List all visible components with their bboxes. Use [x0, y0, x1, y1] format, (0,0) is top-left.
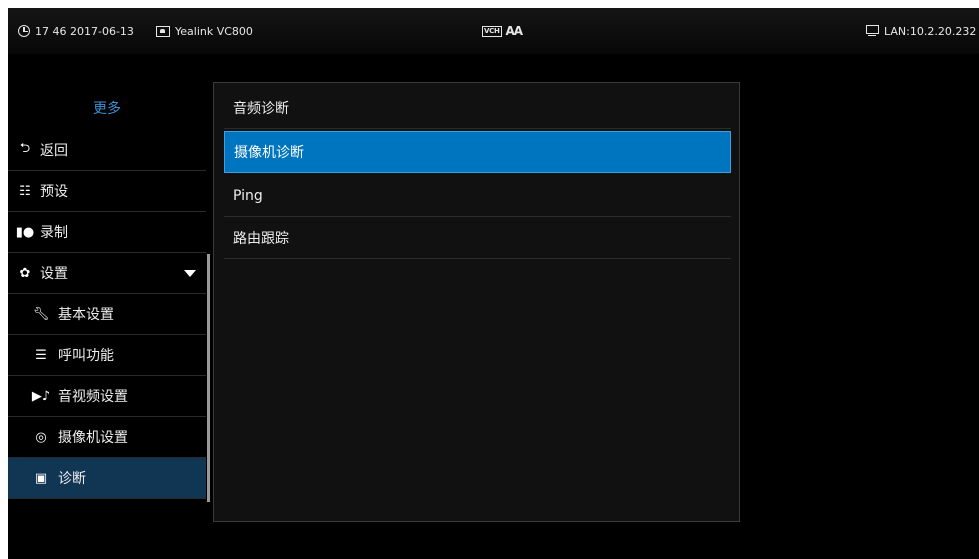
contact-icon	[156, 25, 170, 37]
datetime-text: 17 46 2017-06-13	[35, 24, 134, 38]
record-icon: ▮●	[15, 224, 35, 240]
device-name-text: Yealink VC800	[175, 24, 253, 38]
sidebar-item-settings[interactable]: ✿ 设置	[8, 253, 206, 294]
sidebar-item-basic-settings[interactable]: 🔧︎ 基本设置	[8, 294, 206, 335]
sidebar-item-label: 诊断	[58, 471, 86, 487]
gear-icon: ✿	[19, 265, 31, 281]
sidebar-title: 更多	[93, 101, 121, 117]
device-name-display: Yealink VC800	[156, 22, 253, 40]
sidebar-item-call-features[interactable]: ☰ 呼叫功能	[8, 335, 206, 376]
sidebar-item-record[interactable]: ▮● 录制	[8, 212, 206, 253]
sidebar-item-diagnostics[interactable]: ▣ 诊断	[8, 458, 206, 499]
sidebar-item-label: 基本设置	[58, 307, 114, 323]
diagnostics-panel: 音频诊断 摄像机诊断 Ping 路由跟踪	[213, 82, 740, 522]
option-label: Ping	[233, 187, 263, 204]
option-ping[interactable]: Ping	[224, 175, 731, 217]
sidebar-item-back[interactable]: ⮌ 返回	[8, 130, 206, 171]
sidebar-item-label: 摄像机设置	[58, 430, 128, 446]
back-arrow-icon: ⮌	[19, 141, 31, 156]
option-trace-route[interactable]: 路由跟踪	[224, 217, 731, 259]
screen: 17 46 2017-06-13 Yealink VC800 VCH AA LA…	[8, 8, 979, 559]
datetime-display: 17 46 2017-06-13	[18, 22, 134, 40]
sidebar-menu: 更多 ⮌ 返回 ☷ 预设 ▮● 录制 ✿ 设置 🔧︎ 基本设置 ☰ 呼叫功能 ▶…	[8, 90, 206, 510]
sidebar-item-label: 返回	[40, 143, 68, 159]
option-camera-diagnostics[interactable]: 摄像机诊断	[224, 131, 731, 173]
sidebar-item-label: 录制	[40, 225, 68, 241]
wrench-icon: 🔧︎	[32, 306, 50, 322]
sidebar-item-label: 设置	[40, 266, 68, 282]
sidebar-item-camera-settings[interactable]: ◎ 摄像机设置	[8, 417, 206, 458]
vch-icon: VCH	[482, 25, 502, 37]
sidebar-item-label: 呼叫功能	[58, 348, 114, 364]
clock-icon	[18, 25, 30, 37]
sidebar-item-preset[interactable]: ☷ 预设	[8, 171, 206, 212]
status-bar: 17 46 2017-06-13 Yealink VC800 VCH AA LA…	[8, 8, 979, 54]
audio-video-icon: ▶♪	[31, 388, 51, 404]
call-feature-icon: ☰	[35, 347, 47, 363]
sidebar-scrollbar[interactable]	[207, 254, 210, 502]
option-label: 路由跟踪	[233, 230, 289, 247]
sidebar-item-audio-video[interactable]: ▶♪ 音视频设置	[8, 376, 206, 417]
sidebar-item-label: 预设	[40, 184, 68, 200]
camera-settings-icon: ◎	[35, 429, 47, 445]
network-status: LAN:10.2.20.232	[866, 22, 976, 40]
chevron-down-icon	[184, 270, 196, 277]
network-icon	[866, 24, 879, 36]
network-text: LAN:10.2.20.232	[884, 24, 977, 38]
option-label: 音频诊断	[233, 100, 289, 117]
preset-icon: ☷	[19, 183, 31, 199]
center-status-icons: VCH AA	[482, 22, 524, 40]
sidebar-item-label: 音视频设置	[58, 389, 128, 405]
diagnostic-icon: ▣	[34, 470, 48, 486]
option-audio-diagnostics[interactable]: 音频诊断	[224, 87, 731, 129]
option-label: 摄像机诊断	[234, 145, 304, 161]
font-size-icon: AA	[505, 24, 524, 38]
